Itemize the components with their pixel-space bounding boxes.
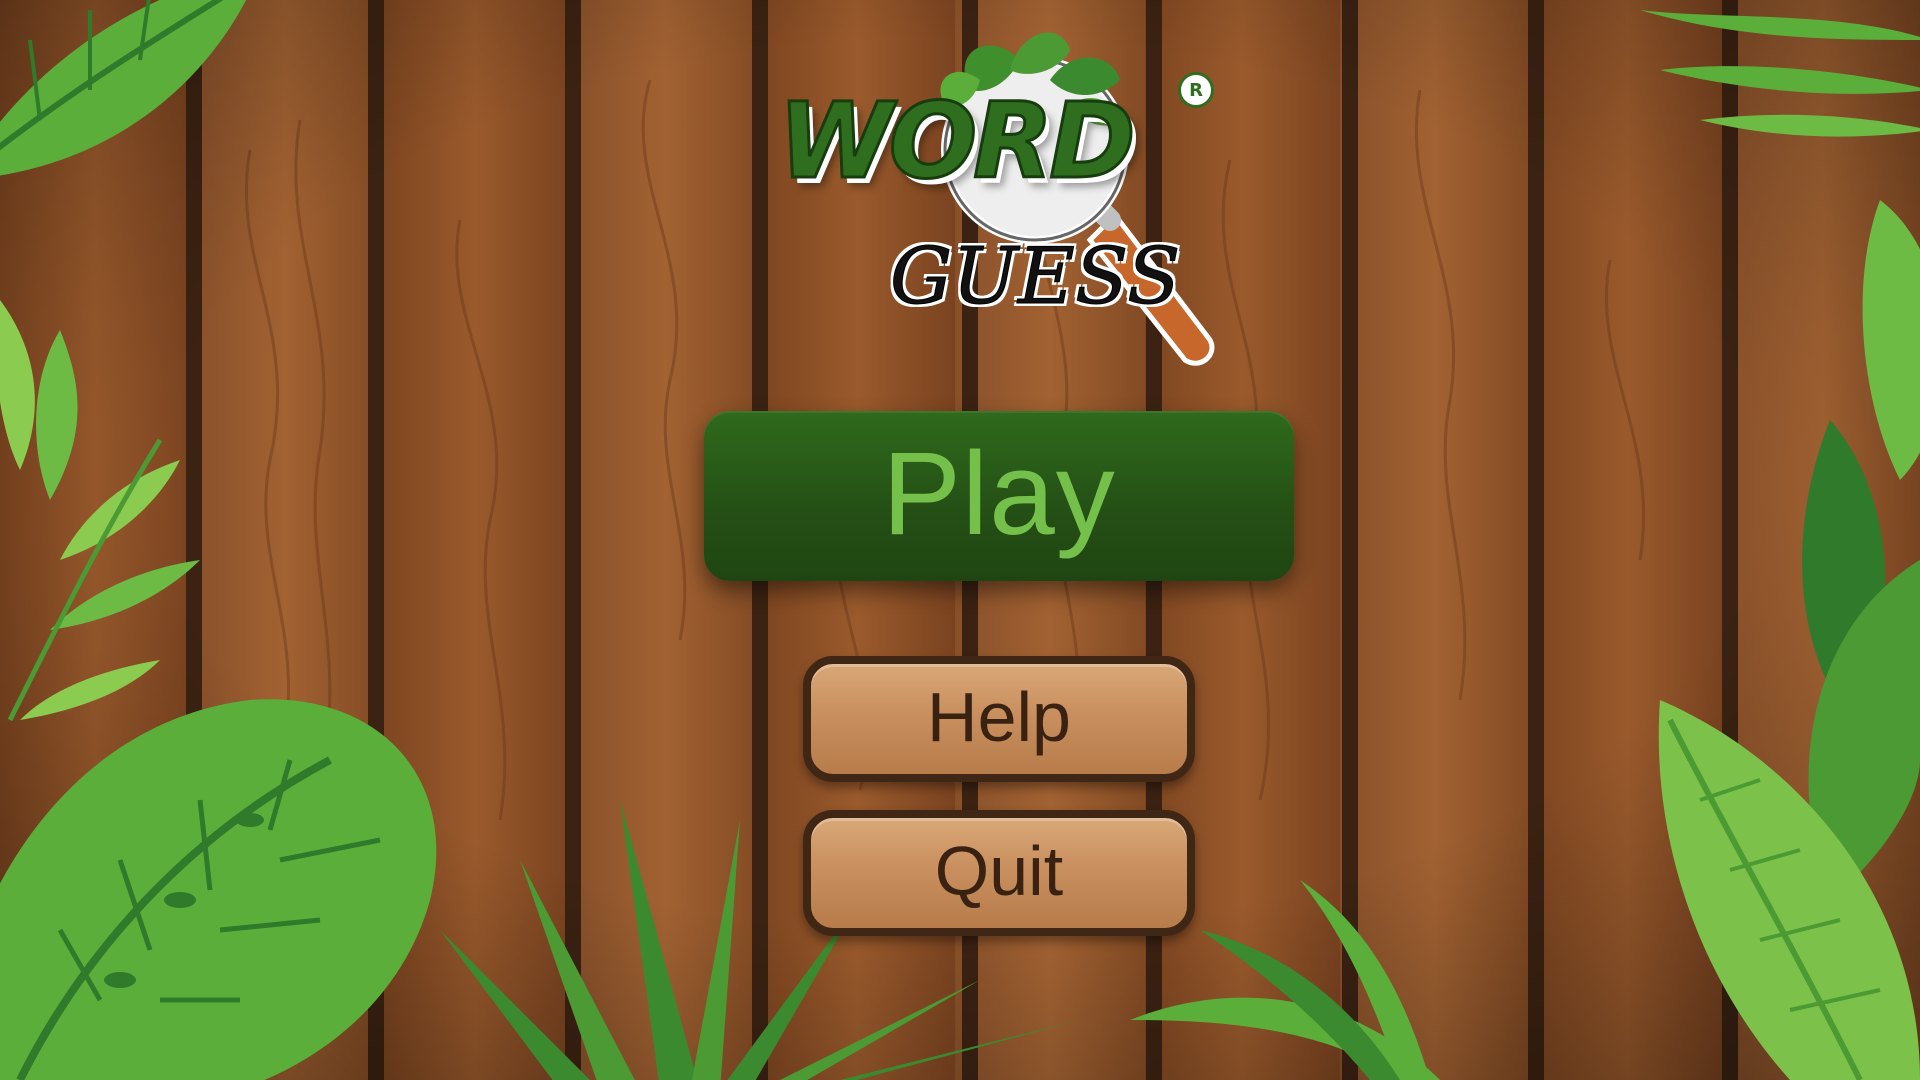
registered-mark-icon: R bbox=[1178, 72, 1214, 108]
quit-button-label: Quit bbox=[934, 832, 1064, 910]
quit-button[interactable]: Quit bbox=[803, 810, 1195, 936]
logo-guess-text: GUESS bbox=[889, 232, 1181, 323]
play-button[interactable]: Play bbox=[704, 411, 1294, 581]
play-button-label: Play bbox=[882, 428, 1116, 560]
help-button-label: Help bbox=[927, 678, 1071, 756]
help-button[interactable]: Help bbox=[803, 656, 1195, 782]
game-logo: WORD R GUESS bbox=[770, 10, 1230, 380]
logo-word-text: WORD bbox=[777, 79, 1138, 204]
